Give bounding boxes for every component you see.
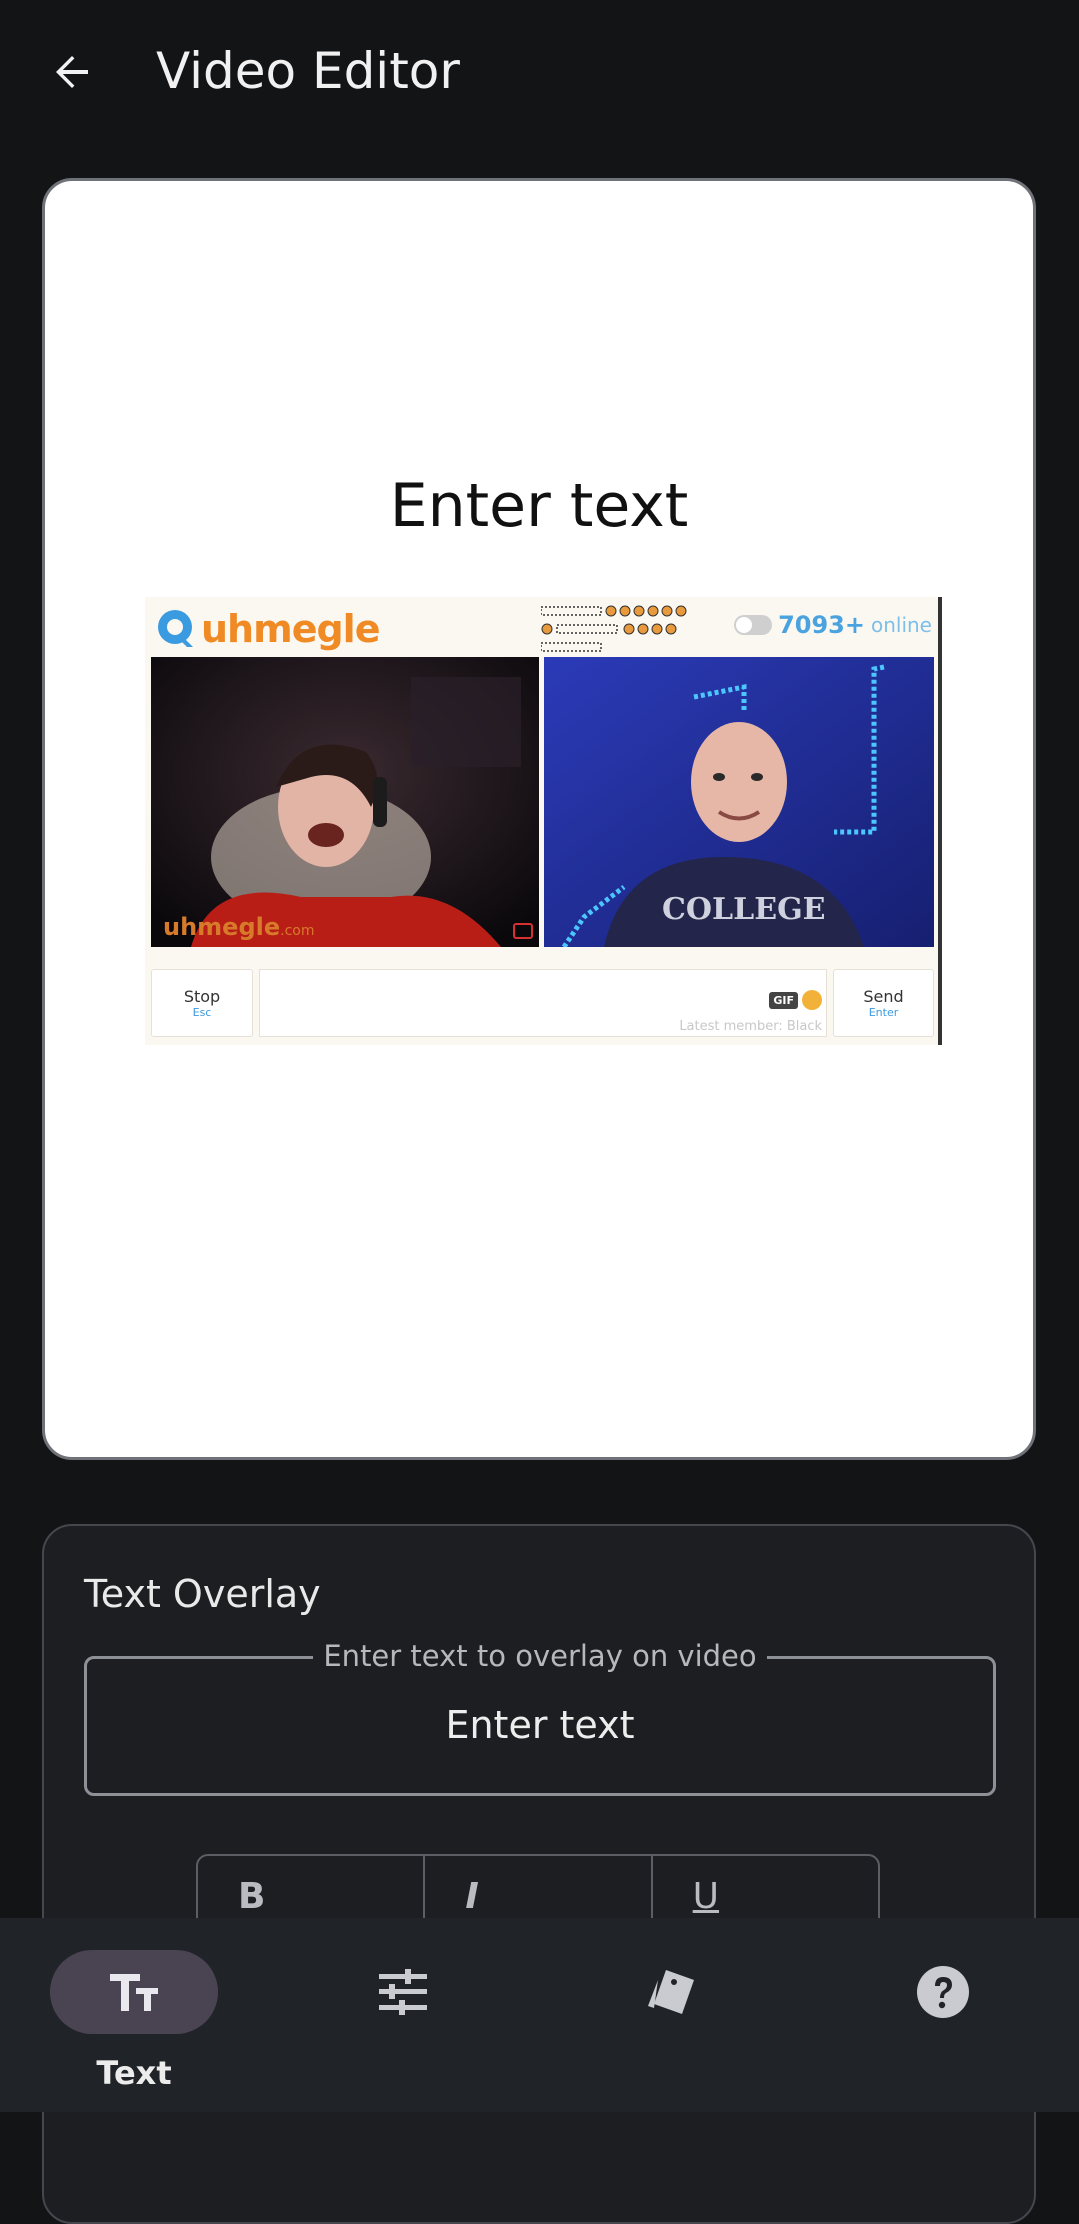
preview-overlay-text: Enter text xyxy=(389,471,689,541)
overlay-text-input[interactable]: Enter text xyxy=(87,1703,993,1747)
arrow-back-icon xyxy=(56,56,88,88)
online-count: 7093+ xyxy=(778,611,865,639)
stop-button[interactable]: Stop Esc xyxy=(151,969,253,1037)
online-indicator: 7093+ online xyxy=(734,611,932,639)
overlay-text-field[interactable]: Enter text to overlay on video Enter tex… xyxy=(84,1639,996,1796)
stranger-video-image xyxy=(151,657,539,947)
svg-text:COLLEGE: COLLEGE xyxy=(662,892,826,927)
member-tally-graphic xyxy=(541,605,687,652)
chat-bubble-logo-icon xyxy=(158,610,193,647)
stranger-video: uhmegle.com xyxy=(151,657,539,947)
latest-member-text: Latest member: Black xyxy=(679,1019,822,1034)
text-format-icon xyxy=(110,1974,158,2011)
help-icon xyxy=(917,1966,969,2018)
nav-label-text: Text xyxy=(96,2054,172,2092)
frame-header: uhmegle 7093+ online xyxy=(145,597,938,657)
text-overlay-panel: Text Overlay Enter text to overlay on vi… xyxy=(42,1524,1036,2224)
back-button[interactable] xyxy=(40,40,104,104)
uhmegle-logo: uhmegle xyxy=(153,605,380,653)
online-label: online xyxy=(870,613,932,637)
tune-icon xyxy=(379,1969,427,2015)
video-frame: uhmegle 7093+ online uhmegle.com COLLEGE… xyxy=(145,597,942,1045)
nav-item-adjust[interactable] xyxy=(303,1918,503,2112)
theme-toggle xyxy=(734,615,773,635)
bottom-navigation: Text xyxy=(0,1918,1079,2112)
nav-item-style[interactable] xyxy=(572,1918,772,2112)
gif-button[interactable]: GIF xyxy=(769,992,798,1009)
panel-title: Text Overlay xyxy=(84,1572,321,1616)
send-button[interactable]: Send Enter xyxy=(833,969,934,1037)
logo-text: uhmegle xyxy=(201,607,380,651)
overlay-text-field-label: Enter text to overlay on video xyxy=(313,1639,767,1673)
page-title: Video Editor xyxy=(156,42,460,100)
video-watermark: uhmegle.com xyxy=(163,913,315,941)
video-preview[interactable]: Enter text uhmegle 7093+ online uhmegle.… xyxy=(42,178,1036,1460)
chat-message-input[interactable]: GIF Latest member: Black xyxy=(259,969,827,1037)
nav-item-text[interactable]: Text xyxy=(34,1918,234,2112)
style-cards-icon xyxy=(648,1970,694,2014)
emoji-icon[interactable] xyxy=(802,990,822,1010)
report-flag-icon xyxy=(513,923,533,939)
app-bar: Video Editor xyxy=(0,0,1079,150)
nav-item-help[interactable] xyxy=(843,1918,1043,2112)
self-video: COLLEGE xyxy=(544,657,934,947)
chat-controls: Stop Esc GIF Latest member: Black Send E… xyxy=(151,969,934,1039)
self-video-image: COLLEGE xyxy=(544,657,934,947)
